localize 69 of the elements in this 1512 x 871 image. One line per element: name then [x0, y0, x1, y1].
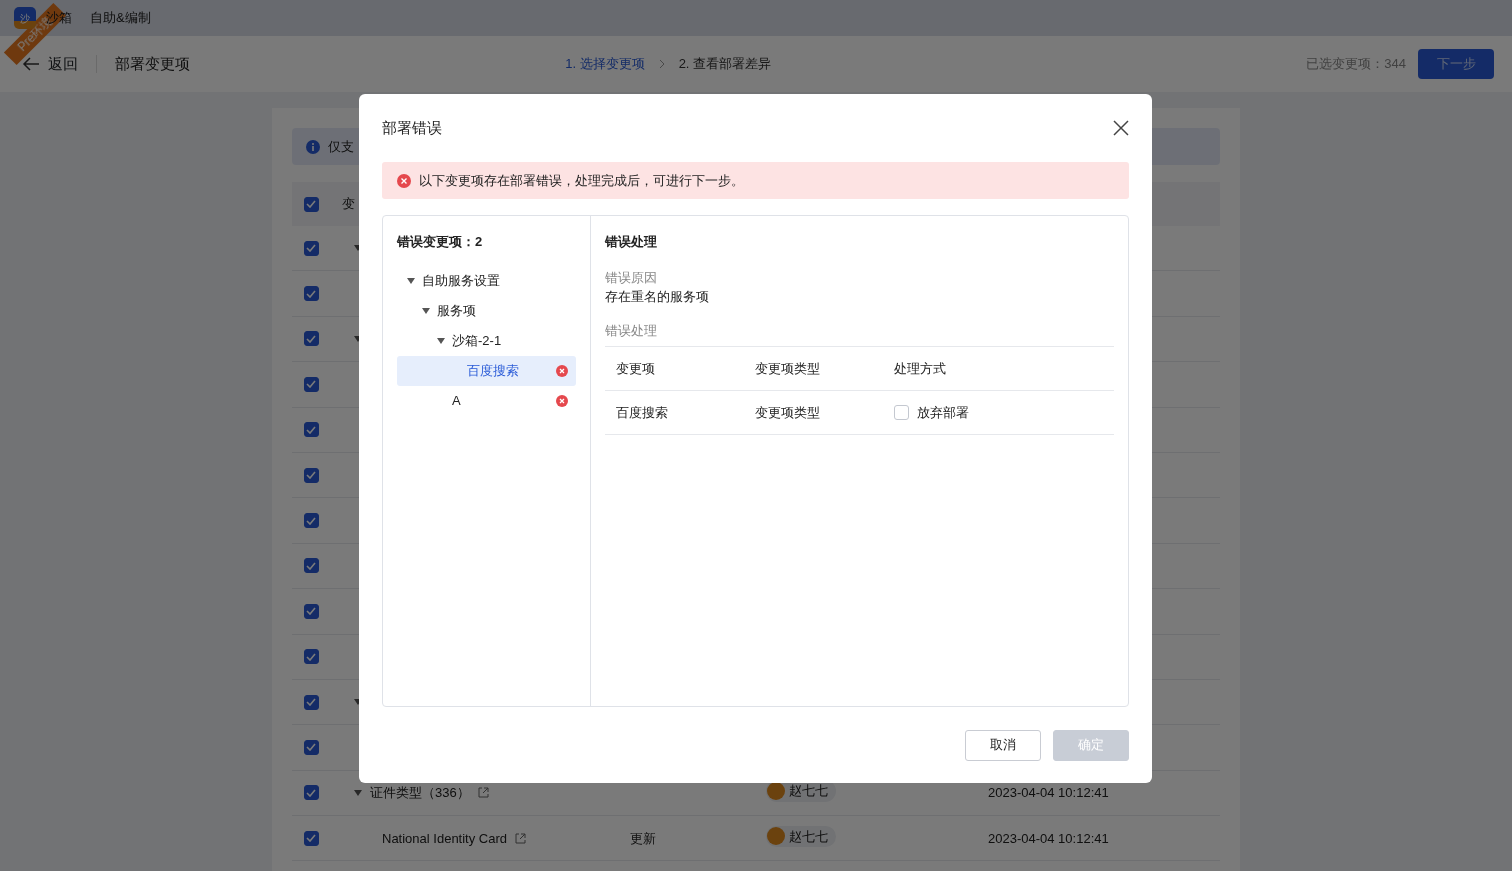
- checkbox[interactable]: [303, 830, 319, 846]
- checkbox[interactable]: [303, 240, 319, 256]
- checkbox[interactable]: [303, 331, 319, 347]
- checkbox[interactable]: [303, 286, 319, 302]
- checkbox[interactable]: [303, 694, 319, 710]
- column-header: 变更项: [616, 359, 655, 378]
- check-icon: [306, 334, 316, 343]
- checkbox[interactable]: [303, 785, 319, 801]
- dialog-title: 部署错误: [382, 117, 442, 138]
- tree-item[interactable]: 服务项: [397, 295, 576, 326]
- checkbox[interactable]: [303, 196, 319, 212]
- page-title: 部署变更项: [115, 53, 190, 74]
- external-link-icon[interactable]: [515, 832, 526, 844]
- info-icon: [306, 139, 320, 154]
- column-header: 变: [342, 195, 355, 214]
- check-icon: [306, 516, 316, 525]
- item-name: National Identity Card: [382, 829, 507, 848]
- checkbox[interactable]: [303, 603, 319, 619]
- check-icon: [306, 471, 316, 480]
- checkbox[interactable]: [303, 558, 319, 574]
- change-type: 更新: [630, 830, 656, 846]
- field-label: 错误原因: [605, 268, 658, 287]
- check-icon: [306, 698, 316, 707]
- cancel-button[interactable]: 取消: [965, 729, 1041, 761]
- user-chip: 赵七七: [766, 825, 836, 848]
- app-section[interactable]: 自助&编制: [90, 8, 151, 28]
- checkbox[interactable]: [303, 513, 319, 529]
- check-icon: [306, 289, 316, 298]
- alert-text: 以下变更项存在部署错误，处理完成后，可进行下一步。: [419, 171, 744, 190]
- check-icon: [306, 834, 316, 843]
- step-tab[interactable]: 2. 查看部署差异: [678, 54, 772, 74]
- column-header: 处理方式: [894, 359, 946, 378]
- item-name: 证件类型（336）: [370, 784, 470, 803]
- checkbox[interactable]: [303, 376, 319, 392]
- column-header: 变更项类型: [755, 359, 820, 378]
- check-icon: [306, 425, 316, 434]
- table-cell-text: 百度搜索: [616, 403, 668, 422]
- error-count: 错误变更项：2: [397, 233, 484, 251]
- check-icon: [306, 380, 316, 389]
- check-icon: [306, 607, 316, 616]
- table-cell-text: 变更项类型: [755, 403, 820, 422]
- tree-item[interactable]: A: [397, 385, 576, 416]
- checkbox[interactable]: [303, 649, 319, 665]
- check-icon: [306, 244, 316, 253]
- timestamp: 2023-04-04 10:12:41: [988, 784, 1109, 803]
- back-arrow-icon: [22, 57, 40, 71]
- tree-item[interactable]: 百度搜索: [397, 355, 576, 386]
- avatar: [767, 827, 785, 846]
- check-icon: [306, 200, 316, 208]
- error-reason: 存在重名的服务项: [605, 288, 710, 306]
- checkbox[interactable]: [303, 740, 319, 755]
- check-icon: [306, 743, 316, 752]
- checkbox[interactable]: [303, 467, 319, 483]
- checkbox[interactable]: [303, 422, 319, 438]
- field-label: 错误处理: [605, 320, 1114, 347]
- check-icon: [306, 788, 316, 797]
- discard-checkbox[interactable]: 放弃部署: [894, 402, 969, 423]
- notice-text: 仅支: [328, 137, 354, 156]
- check-icon: [306, 561, 316, 570]
- check-icon: [306, 652, 316, 661]
- timestamp: 2023-04-04 10:12:41: [988, 829, 1109, 848]
- chevron-right-icon: [658, 59, 665, 69]
- app-logo: 沙: [14, 7, 36, 29]
- close-icon[interactable]: [1113, 120, 1129, 136]
- external-link-icon[interactable]: [477, 787, 489, 799]
- error-icon: [397, 173, 411, 188]
- tree-item[interactable]: 沙箱-2-1: [397, 325, 576, 356]
- section-title: 错误处理: [605, 233, 658, 251]
- tree-item[interactable]: 自助服务设置: [397, 265, 576, 296]
